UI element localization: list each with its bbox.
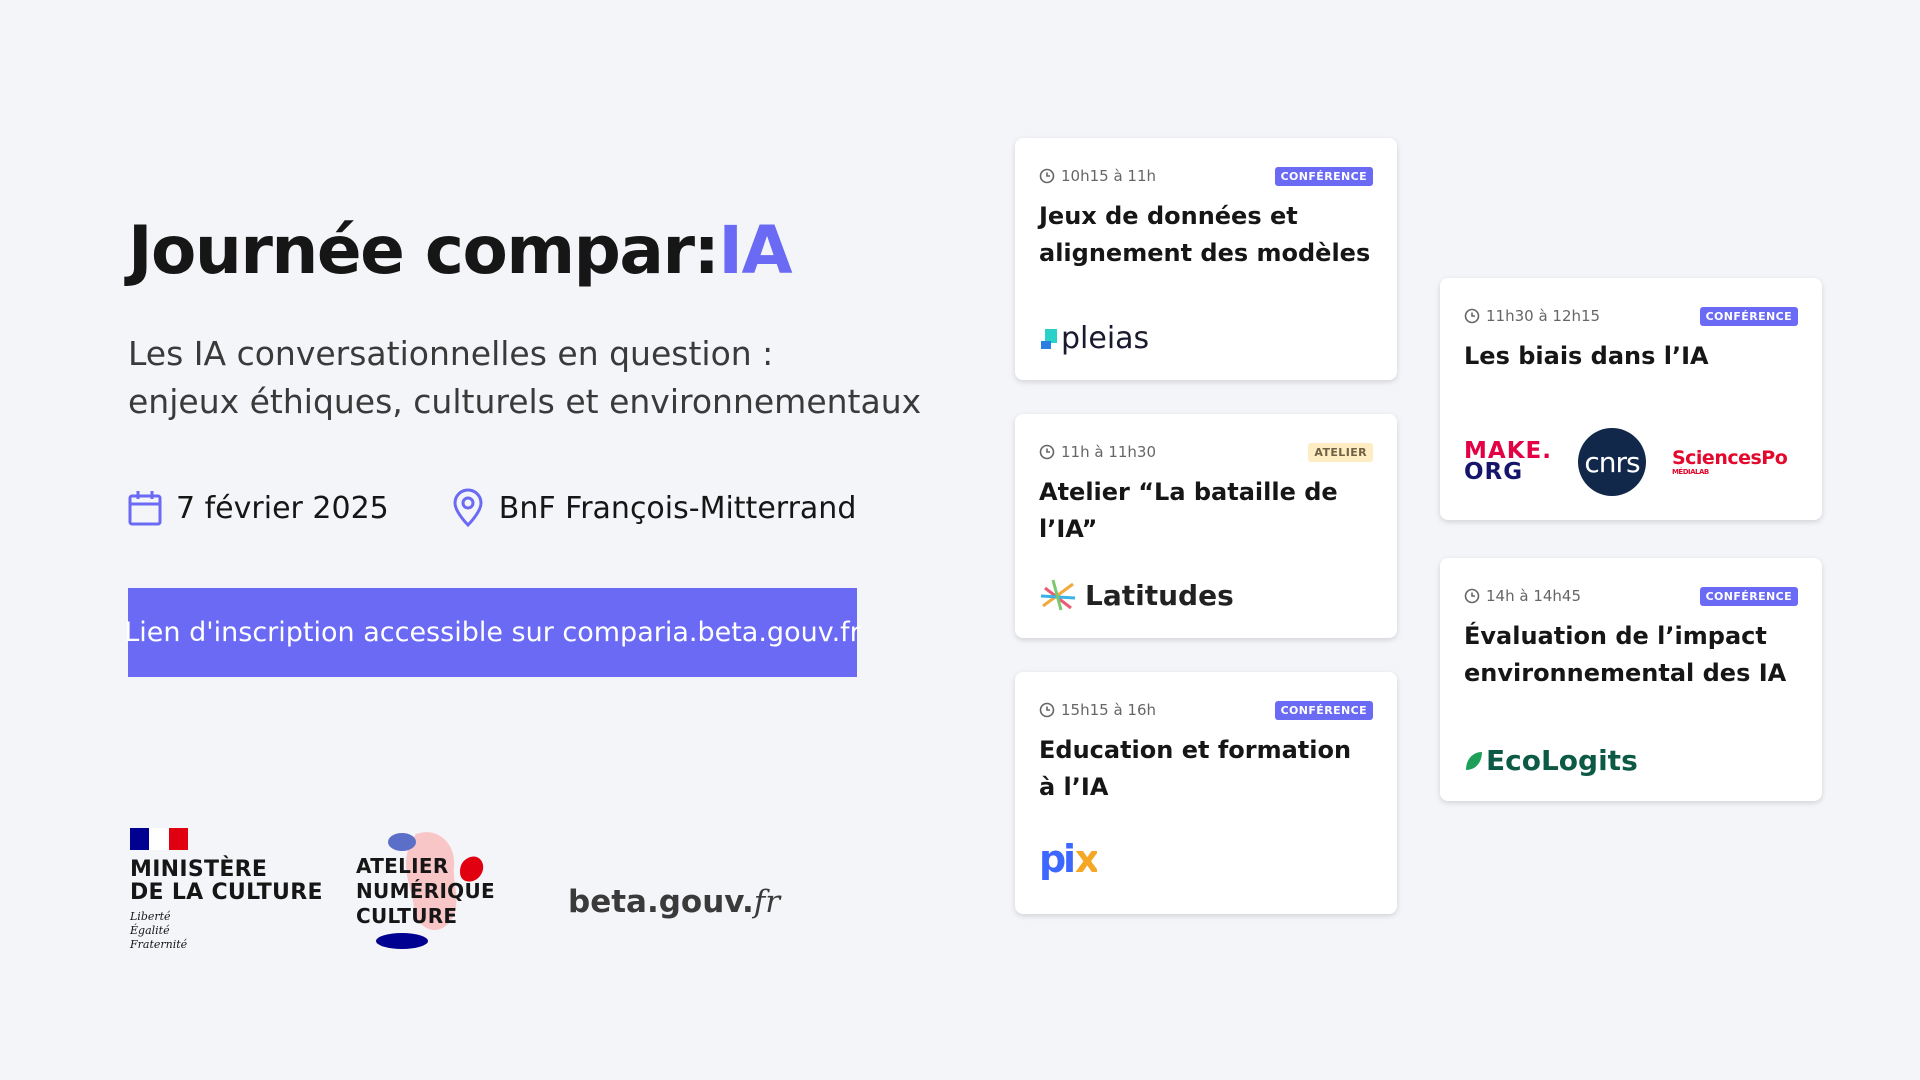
motto-2: Égalité	[130, 924, 170, 937]
session-time: 10h15 à 11h	[1039, 167, 1156, 185]
pix-wordmark-icon: p i x	[1039, 837, 1100, 881]
session-type-badge: CONFÉRENCE	[1274, 700, 1373, 720]
clock-icon	[1464, 588, 1480, 604]
svg-text:x: x	[1075, 840, 1097, 881]
cnrs-logo: cnrs	[1577, 428, 1646, 496]
location-pin-icon	[453, 488, 483, 528]
latitudes-text: Latitudes	[1085, 578, 1234, 612]
sciencespo-medialab-logo: SciencesPo MÉDIALAB	[1671, 447, 1788, 476]
partner-logos: MINISTÈRE DE LA CULTURE Liberté Égalité …	[128, 826, 888, 956]
session-title: Jeux de données et alignement des modèle…	[1039, 202, 1371, 267]
ecologits-logo: EcoLogits	[1464, 744, 1638, 777]
leaf-icon	[1466, 751, 1482, 770]
medialab-text: MÉDIALAB	[1671, 468, 1709, 476]
atelier-numerique-culture-logo: ATELIER NUMÉRIQUE CULTURE	[356, 826, 496, 954]
event-date-text: 7 février 2025	[176, 490, 389, 526]
motto-1: Liberté	[130, 910, 171, 923]
marianne-flag-icon	[130, 828, 188, 850]
session-card[interactable]: 11h30 à 12h15 CONFÉRENCE Les biais dans …	[1440, 278, 1822, 520]
title-accent: IA	[718, 212, 792, 289]
beta-fr: fr	[753, 884, 781, 920]
make-org-logo: MAKE. ORG	[1464, 440, 1552, 485]
event-meta: 7 février 2025 BnF François-Mitterrand	[128, 488, 856, 528]
anc-name: ATELIER NUMÉRIQUE CULTURE	[356, 854, 495, 929]
session-partner-logos: p i x pix	[1039, 837, 1100, 890]
pleias-text: pleias	[1061, 321, 1150, 356]
session-title: Évaluation de l’impact environnemental d…	[1464, 622, 1787, 687]
clock-icon	[1039, 168, 1055, 184]
clock-icon	[1039, 702, 1055, 718]
motto-3: Fraternité	[130, 938, 188, 951]
republic-motto: Liberté Égalité Fraternité	[130, 910, 323, 952]
make-org-line-2: ORG	[1464, 459, 1524, 485]
subtitle: Les IA conversationnelles en question : …	[128, 330, 921, 426]
session-type-badge: ATELIER	[1308, 442, 1373, 462]
pix-logo: p i x pix	[1039, 837, 1100, 890]
title-main: Journée compar:	[128, 212, 720, 289]
session-title: Education et formation à l’IA	[1039, 736, 1352, 801]
clock-icon	[1464, 308, 1480, 324]
session-title: Atelier “La bataille de l’IA”	[1039, 478, 1338, 543]
anc-line-1: ATELIER	[356, 854, 449, 878]
registration-link-button[interactable]: Lien d'inscription accessible sur compar…	[124, 588, 861, 677]
session-time-text: 10h15 à 11h	[1061, 167, 1157, 185]
session-type-badge: CONFÉRENCE	[1274, 166, 1373, 186]
anc-line-3: CULTURE	[356, 904, 458, 928]
session-partner-logos: MAKE. ORG cnrs SciencesPo MÉDIALAB	[1464, 428, 1788, 496]
session-card[interactable]: 14h à 14h45 CONFÉRENCE Évaluation de l’i…	[1440, 558, 1822, 801]
ministere-name: MINISTÈRE DE LA CULTURE	[130, 858, 323, 904]
ecologits-text: EcoLogits	[1486, 744, 1638, 777]
pleias-logo: pleias	[1039, 321, 1149, 356]
session-partner-logos: Latitudes	[1039, 576, 1234, 614]
session-card[interactable]: 11h à 11h30 ATELIER Atelier “La bataille…	[1015, 414, 1397, 638]
session-time: 15h15 à 16h	[1039, 701, 1156, 719]
event-date: 7 février 2025	[128, 490, 389, 526]
pleias-mark-icon	[1041, 328, 1057, 349]
session-time-text: 14h à 14h45	[1486, 587, 1582, 605]
beta-main: beta.gouv.	[568, 884, 754, 920]
anc-line-2: NUMÉRIQUE	[356, 879, 495, 903]
session-card[interactable]: 10h15 à 11h CONFÉRENCE Jeux de données e…	[1015, 138, 1397, 380]
ministere-culture-logo: MINISTÈRE DE LA CULTURE Liberté Égalité …	[130, 828, 323, 952]
session-partner-logos: pleias	[1039, 321, 1149, 356]
session-type-badge: CONFÉRENCE	[1699, 586, 1798, 606]
session-time-text: 15h15 à 16h	[1061, 701, 1157, 719]
ministere-line-1: MINISTÈRE	[130, 857, 268, 882]
session-time-text: 11h30 à 12h15	[1486, 307, 1601, 325]
subtitle-line-1: Les IA conversationnelles en question :	[128, 334, 774, 373]
latitudes-logo: Latitudes	[1039, 576, 1234, 614]
session-time-text: 11h à 11h30	[1061, 443, 1157, 461]
ministere-line-2: DE LA CULTURE	[130, 880, 323, 905]
subtitle-line-2: enjeux éthiques, culturels et environnem…	[128, 382, 922, 421]
session-type-badge: CONFÉRENCE	[1699, 306, 1798, 326]
calendar-icon	[128, 491, 162, 526]
page-title: Journée compar:IA	[128, 212, 793, 289]
session-time: 11h à 11h30	[1039, 443, 1156, 461]
event-location: BnF François-Mitterrand	[451, 488, 857, 528]
session-time: 11h30 à 12h15	[1464, 307, 1600, 325]
session-title: Les biais dans l’IA	[1464, 342, 1709, 370]
session-card[interactable]: 15h15 à 16h CONFÉRENCE Education et form…	[1015, 672, 1397, 914]
sciencespo-text: SciencesPo	[1671, 447, 1788, 469]
session-time: 14h à 14h45	[1464, 587, 1581, 605]
clock-icon	[1039, 444, 1055, 460]
latitudes-mark-icon	[1040, 579, 1076, 611]
event-location-text: BnF François-Mitterrand	[498, 490, 857, 526]
beta-gouv-logo: beta.gouv.fr	[568, 884, 780, 920]
session-partner-logos: EcoLogits	[1464, 744, 1638, 777]
